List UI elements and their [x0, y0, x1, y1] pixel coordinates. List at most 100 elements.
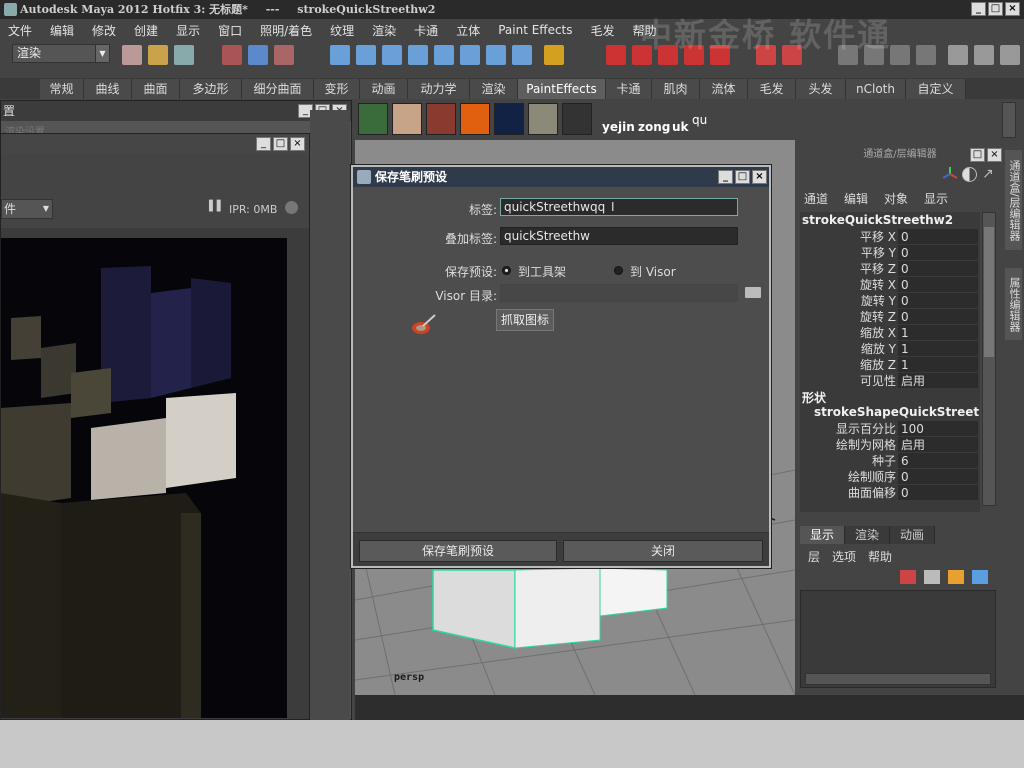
- brush-clouds-icon[interactable]: [528, 103, 558, 135]
- open-scene-icon[interactable]: [148, 45, 168, 65]
- le-menu-options[interactable]: 选项: [832, 548, 856, 565]
- render-view-dropdown[interactable]: 件 ▼: [1, 199, 53, 219]
- new-layer-selected-icon[interactable]: [924, 570, 940, 584]
- channel-row[interactable]: 绘制顺序 0: [800, 469, 980, 485]
- shelf-label-yejin[interactable]: yejin: [602, 120, 635, 134]
- shelf-scrollbar[interactable]: [1002, 102, 1016, 138]
- panel-layout-icon[interactable]: [948, 45, 968, 65]
- channel-value[interactable]: 0: [898, 309, 978, 324]
- channel-value[interactable]: 0: [898, 469, 978, 484]
- shelf-tab-curves[interactable]: 曲线: [84, 79, 132, 99]
- time-slider[interactable]: [355, 695, 1024, 720]
- select-hierarchy-icon[interactable]: [222, 45, 242, 65]
- brush-noise-icon[interactable]: [562, 103, 592, 135]
- menu-create[interactable]: 创建: [134, 22, 158, 39]
- shelf-label-uk[interactable]: uk: [672, 120, 689, 134]
- help-icon[interactable]: [512, 45, 532, 65]
- shelf-tab-deformation[interactable]: 变形: [314, 79, 360, 99]
- visor-dir-input[interactable]: [500, 284, 738, 302]
- menu-paint-effects[interactable]: Paint Effects: [498, 23, 572, 37]
- new-scene-icon[interactable]: [122, 45, 142, 65]
- channel-row[interactable]: 平移 Y0: [800, 245, 980, 261]
- snap-curve-icon[interactable]: [356, 45, 376, 65]
- channel-value[interactable]: 启用: [898, 373, 978, 388]
- maximize-icon[interactable]: □: [988, 2, 1003, 16]
- menu-modify[interactable]: 修改: [92, 22, 116, 39]
- shelf-label-qu[interactable]: qu: [692, 113, 707, 127]
- history-icon[interactable]: [460, 45, 480, 65]
- channel-value[interactable]: 启用: [898, 437, 978, 452]
- maximize-icon[interactable]: □: [735, 170, 750, 184]
- folder-icon[interactable]: [745, 287, 761, 298]
- shelf-tab-fluids[interactable]: 流体: [700, 79, 748, 99]
- shelf-tab-subdivs[interactable]: 细分曲面: [242, 79, 314, 99]
- channel-row[interactable]: 曲面偏移 0: [800, 485, 980, 501]
- brush-hair-icon[interactable]: [426, 103, 456, 135]
- layer-list[interactable]: [800, 590, 996, 688]
- channel-row[interactable]: 旋转 X0: [800, 277, 980, 293]
- shelf-tab-animation[interactable]: 动画: [360, 79, 408, 99]
- scrollbar-thumb[interactable]: [984, 227, 994, 357]
- brush-hand-icon[interactable]: [392, 103, 422, 135]
- layer-list-scrollbar[interactable]: [805, 673, 991, 685]
- side-tab-channel-box[interactable]: 通道盒/层编辑器: [1005, 150, 1022, 250]
- settings-icon[interactable]: [1000, 45, 1020, 65]
- channel-value[interactable]: 0: [898, 261, 978, 276]
- move-up-icon[interactable]: [948, 570, 964, 584]
- menu-toon[interactable]: 卡通: [414, 22, 438, 39]
- radio-to-visor[interactable]: [614, 266, 623, 275]
- snap-grid-icon[interactable]: [330, 45, 350, 65]
- shelf-tab-surfaces[interactable]: 曲面: [132, 79, 180, 99]
- shelf-tab-hair[interactable]: 头发: [796, 79, 846, 99]
- brush-grass-icon[interactable]: [358, 103, 388, 135]
- radio-to-shelf[interactable]: [502, 266, 511, 275]
- axis-icon[interactable]: [942, 166, 958, 182]
- shelf-tab-custom[interactable]: 自定义: [906, 79, 966, 99]
- shelf-tab-fur[interactable]: 毛发: [748, 79, 796, 99]
- channel-row[interactable]: 平移 X0: [800, 229, 980, 245]
- pause-icon[interactable]: ▌▌: [209, 201, 224, 212]
- menu-window[interactable]: 窗口: [218, 22, 242, 39]
- shape-name[interactable]: strokeShapeQuickStreet...: [814, 405, 980, 419]
- shelf-tab-polygons[interactable]: 多边形: [180, 79, 242, 99]
- tab-render-layers[interactable]: 渲染: [845, 526, 891, 544]
- move-down-icon[interactable]: [972, 570, 988, 584]
- contrast-icon[interactable]: [962, 167, 977, 182]
- construction-icon[interactable]: [486, 45, 506, 65]
- menu-set-select[interactable]: 渲染 ▼: [12, 44, 110, 63]
- side-tab-attribute-editor[interactable]: 属性编辑器: [1005, 268, 1022, 340]
- channel-value[interactable]: 0: [898, 245, 978, 260]
- channel-box-scrollbar[interactable]: [982, 212, 996, 506]
- menu-file[interactable]: 文件: [8, 22, 32, 39]
- render-icon[interactable]: [606, 45, 626, 65]
- shelf-tab-ncloth[interactable]: nCloth: [846, 79, 906, 99]
- radio-to-visor-label[interactable]: 到 Visor: [630, 263, 676, 280]
- channel-row[interactable]: 缩放 X1: [800, 325, 980, 341]
- menu-edit[interactable]: 编辑: [50, 22, 74, 39]
- channel-row[interactable]: 平移 Z0: [800, 261, 980, 277]
- minimize-icon[interactable]: _: [718, 170, 733, 184]
- channel-value[interactable]: 0: [898, 277, 978, 292]
- label-input[interactable]: quickStreethwqq I: [500, 198, 738, 216]
- cb-object-name[interactable]: strokeQuickStreethw2: [802, 213, 953, 227]
- channel-value[interactable]: 1: [898, 325, 978, 340]
- cb-menu-object[interactable]: 对象: [884, 190, 908, 207]
- channel-row[interactable]: 可见性 启用: [800, 373, 980, 389]
- channel-value[interactable]: 100: [898, 421, 978, 436]
- channel-row[interactable]: 显示百分比 100: [800, 421, 980, 437]
- channel-box-icon[interactable]: [890, 45, 910, 65]
- menu-texturing[interactable]: 纹理: [330, 22, 354, 39]
- layer-editor-icon[interactable]: [916, 45, 936, 65]
- brush-lightning-icon[interactable]: [494, 103, 524, 135]
- save-preset-button[interactable]: 保存笔刷预设: [359, 540, 557, 562]
- shelf-tab-dynamics[interactable]: 动力学: [408, 79, 470, 99]
- render-view-scrollbar[interactable]: [310, 110, 350, 720]
- le-menu-help[interactable]: 帮助: [868, 548, 892, 565]
- radio-to-shelf-label[interactable]: 到工具架: [518, 263, 566, 280]
- cb-menu-edit[interactable]: 编辑: [844, 190, 868, 207]
- channel-value[interactable]: 0: [898, 229, 978, 244]
- grab-icon-button[interactable]: 抓取图标: [496, 309, 554, 331]
- close-icon[interactable]: ×: [987, 148, 1002, 162]
- shelf-tab-toon[interactable]: 卡通: [606, 79, 652, 99]
- lock-icon[interactable]: [544, 45, 564, 65]
